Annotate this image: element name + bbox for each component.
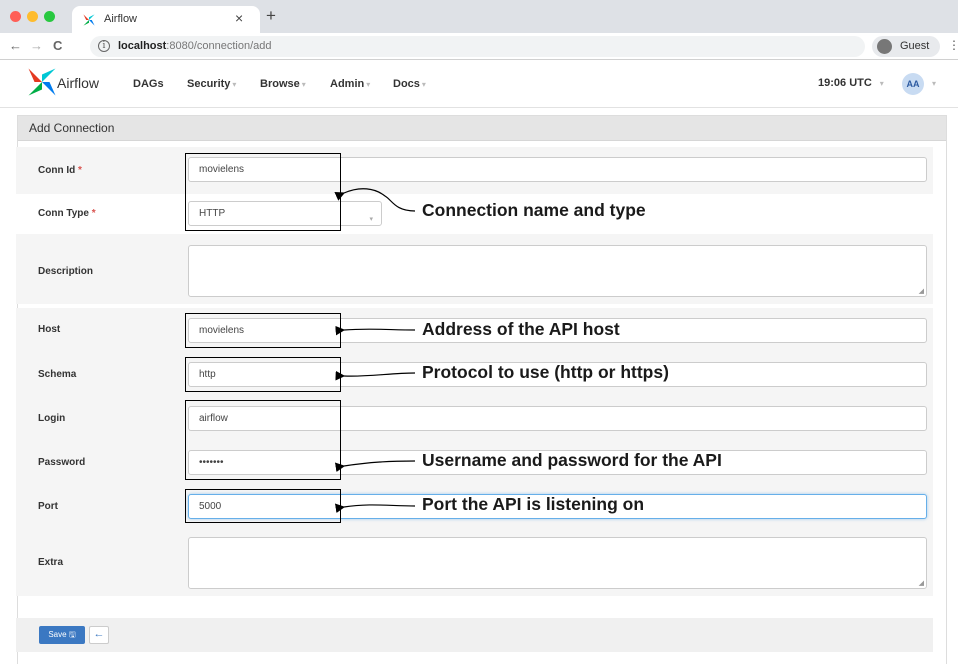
arrow-name-type (334, 188, 416, 212)
callout-credentials: Username and password for the API (422, 450, 722, 470)
callout-host: Address of the API host (422, 319, 620, 339)
arrow-schema (335, 370, 416, 381)
callout-protocol: Protocol to use (http or https) (422, 362, 669, 382)
arrow-port (334, 503, 416, 514)
callout-name-type: Connection name and type (422, 200, 646, 220)
arrow-host (335, 325, 416, 336)
arrow-credentials (334, 460, 416, 473)
callout-port: Port the API is listening on (422, 494, 645, 514)
